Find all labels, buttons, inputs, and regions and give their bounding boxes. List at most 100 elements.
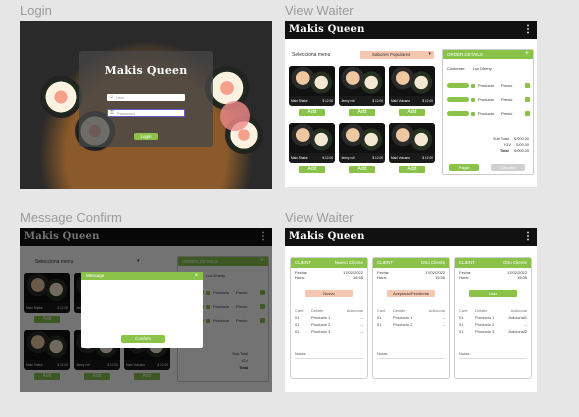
dish-price: $ 12.00 <box>422 99 433 103</box>
menu-item-card[interactable]: Maki Vulcano $ 12.00 <box>389 123 435 163</box>
remove-icon[interactable] <box>525 111 530 116</box>
add-button[interactable]: Add <box>349 166 375 173</box>
checkbox-icon[interactable] <box>471 98 475 102</box>
checkbox-icon[interactable] <box>471 112 475 116</box>
quantity-stepper[interactable] <box>447 97 469 102</box>
app-header: Makis Queen ⋮ <box>285 228 537 246</box>
login-title: Makis Queen <box>104 64 188 77</box>
line-product: Producto <box>478 97 495 102</box>
table-header: Cant Detalle Adicional <box>295 307 363 314</box>
hora-value: 16:55 <box>352 275 363 280</box>
menu-item-card[interactable]: Maki Vulcano $ 12.00 <box>389 66 435 106</box>
column-header: Cant <box>459 308 468 313</box>
remove-icon[interactable] <box>525 83 530 88</box>
order-column-header: CLIENT Otro Cliente <box>455 258 531 268</box>
table-cell: -- <box>360 315 363 320</box>
quantity-stepper[interactable] <box>447 83 469 88</box>
column-header: Adicional <box>428 308 445 313</box>
add-button[interactable]: Add <box>399 109 425 116</box>
confirm-button[interactable]: Confirm <box>121 335 165 343</box>
igv-label: IGV <box>504 143 511 147</box>
menu-item-card[interactable]: Maki Shake $ 12.00 <box>289 66 335 106</box>
dish-name: Jenny roll <box>341 99 355 103</box>
order-column-header: CLIENT Otro Cliente <box>373 258 449 268</box>
more-menu-icon[interactable]: ⋮ <box>523 25 533 35</box>
client-name: Otro Cliente <box>502 260 527 265</box>
status-badge[interactable]: Aceptado/Pendiente <box>387 290 435 297</box>
password-input[interactable]: ⚿ Password <box>107 109 185 117</box>
order-meta: Fecha: 17/02/2022 Hora: 16:55 <box>295 270 363 280</box>
view-waiter-2-frame: Makis Queen ⋮ CLIENT Nuevo Cliente Fecha: 1… <box>285 228 537 392</box>
pay-button[interactable]: Pagar <box>449 164 479 171</box>
cancel-button[interactable]: Cancelar <box>491 164 525 171</box>
add-button[interactable]: Add <box>349 109 375 116</box>
table-row: 01 Producto 2 -- <box>295 321 363 328</box>
add-icon[interactable]: + <box>525 50 529 59</box>
close-icon[interactable]: × <box>194 272 198 280</box>
dish-price: $ 12.00 <box>372 156 383 160</box>
subtotal-value: S/000.00 <box>513 137 529 141</box>
frame-title-message-confirm: Message Confirm <box>20 210 122 225</box>
dish-caption: Jenny roll $ 12.00 <box>341 156 383 160</box>
login-button[interactable]: Login <box>134 133 158 140</box>
order-details-panel: ORDER DETAILS + Customer: Luz Dheny Prod… <box>442 49 534 175</box>
order-column-header: CLIENT Nuevo Cliente <box>291 258 367 268</box>
status-badge[interactable]: Listo <box>469 290 517 297</box>
table-cell: 01 <box>295 329 300 334</box>
client-label: CLIENT <box>295 260 312 265</box>
line-product: Producto <box>478 83 495 88</box>
table-cell: 01 <box>459 315 464 320</box>
column-header: Cant <box>295 308 304 313</box>
hora-value: 15:55 <box>434 275 445 280</box>
hora-value: 15:05 <box>516 275 527 280</box>
client-label: CLIENT <box>459 260 476 265</box>
dish-image <box>389 66 435 96</box>
dish-name: Jenny roll <box>341 156 355 160</box>
user-placeholder: User <box>116 95 125 100</box>
menu-item-card[interactable]: Jenny roll $ 12.00 <box>339 66 385 106</box>
divider <box>459 358 527 359</box>
menu-item-card[interactable]: Maki Shake $ 12.00 <box>289 123 335 163</box>
order-details-title: ORDER DETAILS <box>447 52 483 57</box>
password-placeholder: Password <box>117 111 135 116</box>
dialog-title: Message <box>86 273 105 278</box>
view-waiter-frame: Makis Queen ⋮ Selecciona menu Sabores Po… <box>285 21 537 187</box>
add-button[interactable]: Add <box>299 109 325 116</box>
order-column: CLIENT Otro Cliente Fecha: 17/02/2022 Hora: 1… <box>454 257 532 379</box>
more-menu-icon[interactable]: ⋮ <box>523 232 533 242</box>
frame-title-view-waiter-2: View Waiter <box>285 210 354 225</box>
frame-title-view-waiter: View Waiter <box>285 3 354 18</box>
add-button[interactable]: Add <box>299 166 325 173</box>
dish-image <box>289 66 335 96</box>
order-meta: Fecha: 17/02/2022 Hora: 15:05 <box>459 270 527 280</box>
table-cell: Adicional1 <box>508 315 527 320</box>
notes-label: Notas <box>295 351 306 356</box>
table-cell: Producto 2 <box>475 322 495 327</box>
quantity-stepper[interactable] <box>447 111 469 116</box>
table-header: Cant Detalle Adicional <box>377 307 445 314</box>
table-cell: 01 <box>377 315 382 320</box>
order-line: Producto Precio <box>447 96 531 104</box>
line-price: Precio <box>501 83 513 88</box>
table-row: 01 Producto 3 Adicional2 <box>459 328 527 335</box>
user-input[interactable]: ☺ User <box>107 94 185 101</box>
order-line: Producto Precio <box>447 110 531 118</box>
checkbox-icon[interactable] <box>471 84 475 88</box>
add-button[interactable]: Add <box>399 166 425 173</box>
table-cell: Adicional2 <box>508 329 527 334</box>
table-row: 01 Producto 2 -- <box>459 321 527 328</box>
order-column: CLIENT Nuevo Cliente Fecha: 17/02/2022 Hora:… <box>290 257 368 379</box>
line-product: Producto <box>478 111 495 116</box>
line-price: Precio <box>501 111 513 116</box>
login-panel: Makis Queen ☺ User ⚿ Password Login <box>79 51 213 147</box>
brand-logo: Makis Queen <box>289 24 365 35</box>
remove-icon[interactable] <box>525 97 530 102</box>
dish-caption: Maki Shake $ 12.00 <box>291 99 333 103</box>
menu-item-card[interactable]: Jenny roll $ 12.00 <box>339 123 385 163</box>
status-badge[interactable]: Nuevo <box>305 290 353 297</box>
dish-price: $ 12.00 <box>322 156 333 160</box>
menu-dropdown[interactable]: Sabores Populares ▾ <box>360 51 434 59</box>
table-cell: Producto 1 <box>475 315 495 320</box>
customer-row: Customer: Luz Dheny <box>447 66 492 71</box>
hora-label: Hora: <box>459 275 469 280</box>
